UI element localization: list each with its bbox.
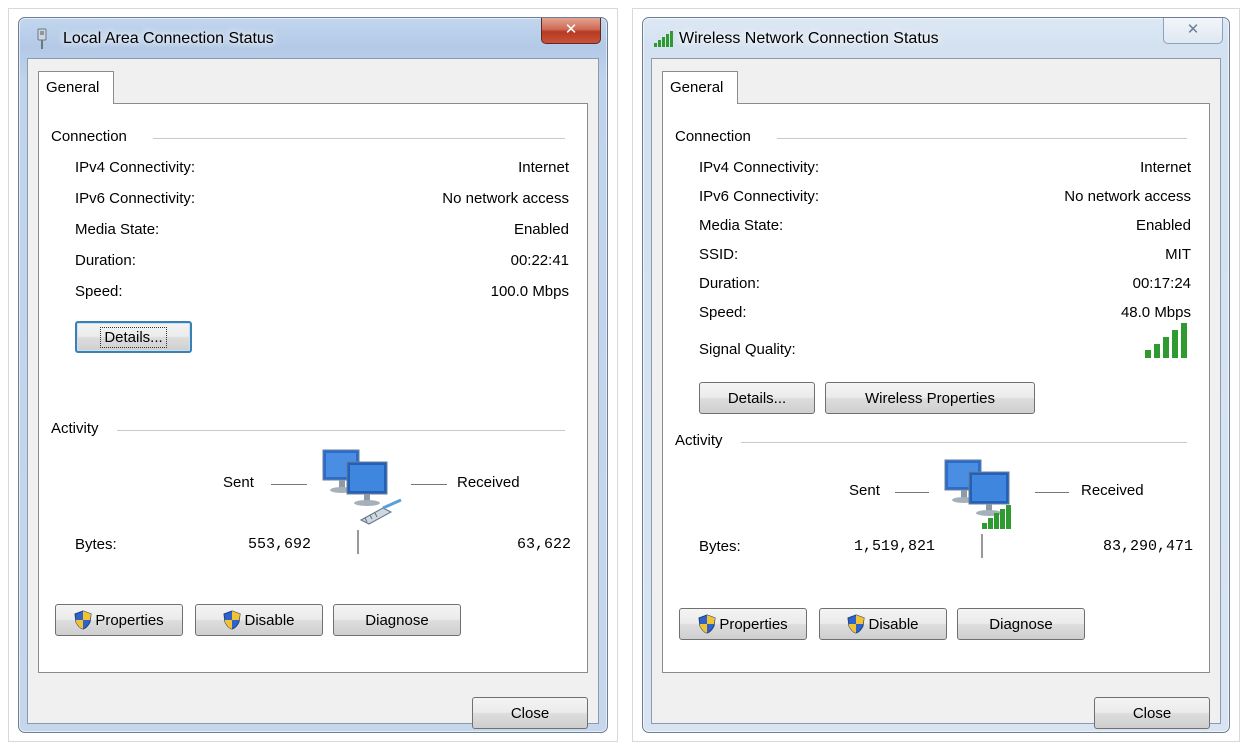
ipv6-value: No network access — [1064, 188, 1191, 205]
window-title: Local Area Connection Status — [63, 30, 274, 47]
properties-button[interactable]: Properties — [679, 608, 807, 640]
diagnose-button[interactable]: Diagnose — [333, 604, 461, 636]
ipv6-label: IPv6 Connectivity: — [75, 190, 196, 207]
sent-line — [271, 484, 307, 485]
connection-divider — [777, 138, 1187, 139]
duration-label: Duration: — [75, 252, 136, 269]
ipv4-label: IPv4 Connectivity: — [75, 159, 196, 176]
network-adapter-icon — [37, 28, 47, 49]
disable-button[interactable]: Disable — [819, 608, 947, 640]
bytes-label: Bytes: — [75, 536, 117, 553]
dialog-client: General Connection IPv4 Connectivity: In… — [27, 58, 599, 729]
general-tab-page: Connection IPv4 Connectivity: Internet I… — [38, 103, 588, 673]
local-area-connection-status-dialog: Local Area Connection Status ✕ General C… — [18, 17, 608, 733]
received-line — [1035, 492, 1069, 493]
ipv4-value: Internet — [1140, 159, 1191, 176]
diagnose-button-label: Diagnose — [365, 611, 429, 629]
activity-group-label: Activity — [51, 420, 99, 437]
bytes-sent-value: 1,519,821 — [853, 538, 935, 555]
right-screenshot-panel: Wireless Network Connection Status ✕ Gen… — [632, 8, 1240, 742]
ethernet-plug-icon — [359, 498, 402, 525]
ipv4-label: IPv4 Connectivity: — [699, 159, 820, 176]
speed-label: Speed: — [699, 304, 747, 321]
shield-icon — [74, 610, 92, 630]
ipv4-value: Internet — [518, 159, 569, 176]
shield-icon — [698, 614, 716, 634]
close-button-label: Close — [1132, 704, 1172, 722]
close-button[interactable]: Close — [472, 697, 588, 729]
media-state-value: Enabled — [1135, 217, 1191, 234]
signal-quality-icon — [1145, 323, 1187, 358]
title-bar: Wireless Network Connection Status ✕ — [643, 18, 1229, 58]
general-tab-page: Connection IPv4 Connectivity: Internet I… — [662, 103, 1210, 673]
activity-group-label: Activity — [675, 432, 723, 449]
close-button[interactable]: Close — [1094, 697, 1210, 729]
ipv6-label: IPv6 Connectivity: — [699, 188, 820, 205]
received-line — [411, 484, 447, 485]
tab-general[interactable]: General — [38, 71, 114, 104]
wireless-properties-button[interactable]: Wireless Properties — [825, 382, 1035, 414]
ssid-label: SSID: — [699, 246, 739, 263]
received-label: Received — [457, 474, 520, 491]
tab-general[interactable]: General — [662, 71, 738, 104]
disable-button[interactable]: Disable — [195, 604, 323, 636]
activity-divider — [117, 430, 565, 431]
details-button-label: Details... — [727, 389, 787, 407]
close-button-label: Close — [510, 704, 550, 722]
media-state-value: Enabled — [513, 221, 569, 238]
signal-quality-label: Signal Quality: — [699, 341, 796, 358]
duration-value: 00:22:41 — [510, 252, 569, 269]
bytes-received-value: 63,622 — [516, 536, 571, 553]
details-button-label: Details... — [100, 326, 167, 348]
disable-button-label: Disable — [244, 611, 295, 629]
bytes-label: Bytes: — [699, 538, 741, 555]
sent-line — [895, 492, 929, 493]
shield-icon — [223, 610, 242, 630]
media-state-label: Media State: — [699, 217, 784, 234]
ssid-value: MIT — [1165, 246, 1191, 263]
connection-divider — [153, 138, 565, 139]
properties-button[interactable]: Properties — [55, 604, 183, 636]
dialog-client: General Connection IPv4 Connectivity: In… — [651, 58, 1221, 729]
wireless-network-connection-status-dialog: Wireless Network Connection Status ✕ Gen… — [642, 17, 1230, 733]
received-label: Received — [1081, 482, 1144, 499]
activity-divider — [741, 442, 1187, 443]
sent-label: Sent — [223, 474, 254, 491]
ipv6-value: No network access — [442, 190, 569, 207]
shield-icon — [847, 614, 866, 634]
bytes-received-value: 83,290,471 — [1102, 538, 1193, 555]
connection-group-label: Connection — [51, 128, 127, 145]
left-screenshot-panel: Local Area Connection Status ✕ General C… — [8, 8, 618, 742]
properties-button-label: Properties — [95, 611, 164, 629]
media-state-label: Media State: — [75, 221, 160, 238]
diagnose-button[interactable]: Diagnose — [957, 608, 1085, 640]
wireless-signal-icon — [982, 505, 1011, 529]
window-title: Wireless Network Connection Status — [679, 30, 939, 47]
properties-button-label: Properties — [719, 615, 788, 633]
connection-group-label: Connection — [675, 128, 751, 145]
close-icon[interactable]: ✕ — [1163, 18, 1223, 44]
bytes-sent-value: 553,692 — [247, 536, 311, 553]
details-button[interactable]: Details... — [699, 382, 815, 414]
title-bar: Local Area Connection Status ✕ — [19, 18, 607, 58]
wireless-signal-icon — [654, 31, 673, 47]
bytes-divider — [357, 530, 359, 554]
duration-label: Duration: — [699, 275, 760, 292]
speed-value: 100.0 Mbps — [490, 283, 569, 300]
details-button[interactable]: Details... — [75, 321, 192, 353]
diagnose-button-label: Diagnose — [989, 615, 1053, 633]
sent-label: Sent — [849, 482, 880, 499]
close-icon[interactable]: ✕ — [541, 18, 601, 44]
bytes-divider — [981, 534, 983, 558]
duration-value: 00:17:24 — [1132, 275, 1191, 292]
speed-label: Speed: — [75, 283, 123, 300]
speed-value: 48.0 Mbps — [1120, 304, 1191, 321]
disable-button-label: Disable — [868, 615, 919, 633]
wireless-properties-button-label: Wireless Properties — [864, 389, 996, 407]
